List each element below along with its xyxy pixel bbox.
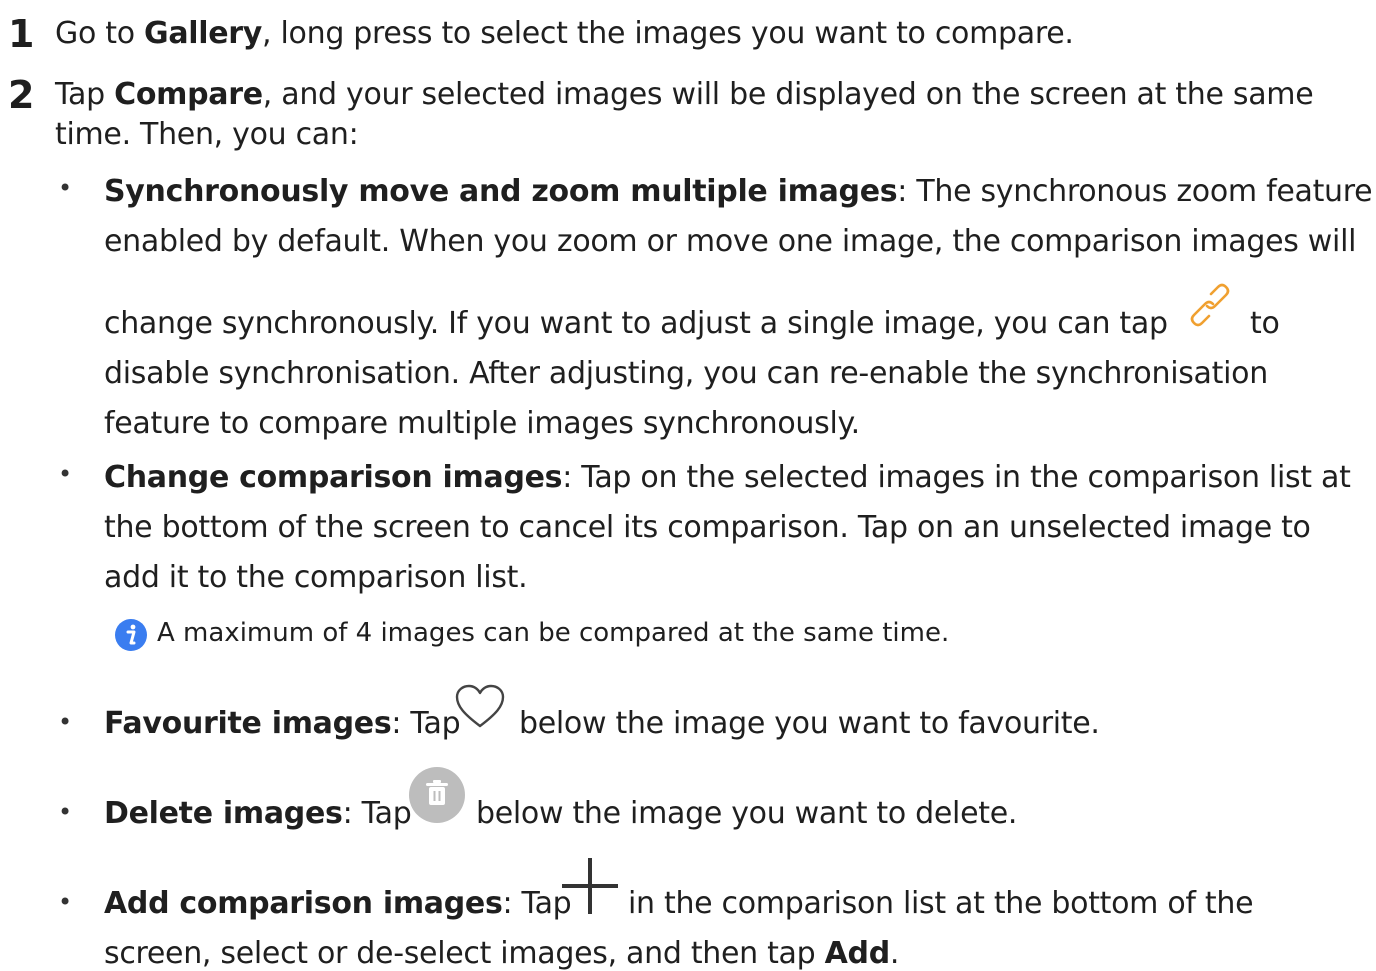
sync-title: Synchronously move and zoom multiple ima… (104, 174, 898, 209)
step-number-1: 1 (8, 12, 35, 56)
bullet-dot: • (58, 798, 73, 826)
delete-pre: : Tap (342, 796, 412, 831)
heart-icon (454, 684, 506, 730)
favourite-line: Favourite images: Tap (104, 706, 461, 741)
step-2-text: Tap Compare, and your selected images wi… (55, 77, 1314, 112)
info-icon (114, 618, 148, 652)
sync-line-4: disable synchronisation. After adjusting… (104, 356, 1268, 391)
step-number-2: 2 (8, 73, 35, 117)
sync-line-5: feature to compare multiple images synch… (104, 406, 860, 441)
change-line-2: the bottom of the screen to cancel its c… (104, 510, 1311, 545)
sync-l1: : The synchronous zoom feature is (897, 174, 1376, 209)
delete-post: below the image you want to delete. (476, 796, 1018, 831)
add-term: Add (824, 936, 891, 971)
plus-icon (560, 856, 620, 916)
bullet-dot: • (58, 888, 73, 916)
bullet-dot: • (58, 708, 73, 736)
trash-icon (408, 766, 466, 824)
step-2-pre: Tap (55, 77, 115, 112)
bullet-dot: • (58, 174, 73, 202)
step-2-line2: time. Then, you can: (55, 117, 359, 152)
add-line-1: Add comparison images: Tap (104, 886, 572, 921)
step-2-post: , and your selected images will be displ… (262, 77, 1314, 112)
add-line-2: screen, select or de-select images, and … (104, 936, 899, 971)
change-title: Change comparison images (104, 460, 563, 495)
bullet-dot: • (58, 460, 73, 488)
change-l1: : Tap on the selected images in the comp… (562, 460, 1351, 495)
step-1-post: , long press to select the images you wa… (262, 16, 1074, 51)
delete-line: Delete images: Tap (104, 796, 412, 831)
favourite-title: Favourite images (104, 706, 392, 741)
compare-term: Compare (114, 77, 263, 112)
sync-line-3a: change synchronously. If you want to adj… (104, 306, 1168, 341)
sync-line-3b: to (1250, 306, 1280, 341)
sync-line-1: Synchronously move and zoom multiple ima… (104, 174, 1376, 209)
favourite-post: below the image you want to favourite. (519, 706, 1100, 741)
sync-line-2: enabled by default. When you zoom or mov… (104, 224, 1357, 259)
add-l2-post: . (889, 936, 900, 971)
delete-title: Delete images (104, 796, 343, 831)
step-1-pre: Go to (55, 16, 144, 51)
change-line-1: Change comparison images: Tap on the sel… (104, 460, 1351, 495)
gallery-term: Gallery (144, 16, 263, 51)
note-text: A maximum of 4 images can be compared at… (157, 618, 950, 648)
add-l2-pre: screen, select or de-select images, and … (104, 936, 825, 971)
step-1-text: Go to Gallery, long press to select the … (55, 16, 1074, 51)
link-icon (1187, 282, 1233, 328)
add-title: Add comparison images (104, 886, 503, 921)
favourite-pre: : Tap (391, 706, 461, 741)
change-line-3: add it to the comparison list. (104, 560, 528, 595)
add-post: in the comparison list at the bottom of … (628, 886, 1254, 921)
